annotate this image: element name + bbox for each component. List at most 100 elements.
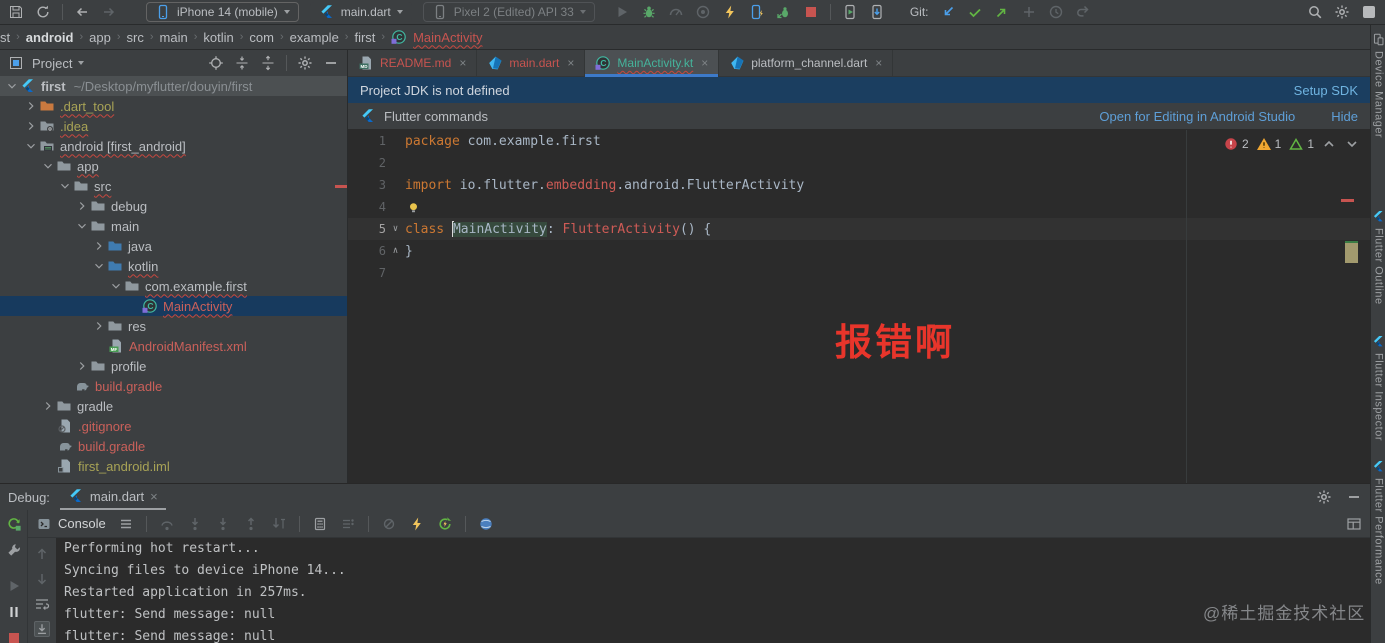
target-device-selector[interactable]: Pixel 2 (Edited) API 33	[422, 2, 595, 22]
breadcrumb-item-example[interactable]: example	[290, 30, 339, 45]
breadcrumb-item-android[interactable]: android	[26, 30, 74, 45]
breadcrumb-item-mainactivity[interactable]: MainActivity	[413, 30, 482, 45]
hot-reload-icon[interactable]	[409, 516, 425, 532]
breadcrumb-item-kotlin[interactable]: kotlin	[203, 30, 233, 45]
tree-item-android-first-android-[interactable]: android [first_android]	[0, 136, 347, 156]
console-tab[interactable]: Console	[36, 516, 106, 532]
error-stripe-mark[interactable]	[1341, 199, 1354, 202]
run-config-selector[interactable]: main.dart	[309, 2, 412, 22]
code-line-6[interactable]: 6 ∧}	[348, 240, 1370, 262]
profile-button[interactable]	[668, 4, 684, 20]
chevron-right-icon[interactable]	[74, 199, 90, 213]
git-revert-icon[interactable]	[1075, 4, 1091, 20]
fold-marker-icon[interactable]: ∧	[386, 246, 405, 256]
threads-menu-icon[interactable]	[118, 516, 134, 532]
editor-tab-mainactivity.kt[interactable]: C MainActivity.kt ×	[585, 50, 720, 77]
tree-item-kotlin[interactable]: kotlin	[0, 256, 347, 276]
open-in-android-studio-link[interactable]: Open for Editing in Android Studio	[1099, 109, 1295, 124]
chevron-down-icon[interactable]	[23, 139, 39, 153]
step-into-icon[interactable]	[187, 516, 203, 532]
editor-tab-readme.md[interactable]: MD README.md ×	[348, 50, 478, 76]
flutter-hot-reload-button[interactable]	[722, 4, 738, 20]
next-problem-icon[interactable]	[1344, 136, 1360, 152]
debug-wrench-icon[interactable]	[6, 542, 22, 558]
chevron-down-icon[interactable]	[4, 79, 20, 93]
attach-debugger-button[interactable]	[776, 4, 792, 20]
git-push-icon[interactable]	[994, 4, 1010, 20]
tree-item-main[interactable]: main	[0, 216, 347, 236]
stop-icon[interactable]	[6, 630, 22, 643]
soft-wrap-icon[interactable]	[34, 596, 50, 612]
chevron-right-icon[interactable]	[74, 359, 90, 373]
evaluate-expression-icon[interactable]	[312, 516, 328, 532]
tool-window-tab-flutter-inspector[interactable]: Flutter Inspector	[1371, 335, 1385, 441]
code-editor[interactable]: 1 package com.example.first 2 3 import io.fl…	[348, 130, 1370, 483]
project-view-selector[interactable]: Project	[32, 56, 85, 71]
code-line-2[interactable]: 2	[348, 152, 1370, 174]
flutter-hot-restart-button[interactable]	[749, 4, 765, 20]
console-output[interactable]: Performing hot restart... Syncing files t…	[56, 538, 1370, 643]
coverage-button[interactable]	[695, 4, 711, 20]
code-line-1[interactable]: 1 package com.example.first	[348, 130, 1370, 152]
restore-layout-icon[interactable]	[1346, 516, 1362, 532]
run-to-cursor-icon[interactable]	[271, 516, 287, 532]
debug-session-tab[interactable]: main.dart ×	[59, 484, 166, 510]
tree-item-build.gradle[interactable]: build.gradle	[0, 436, 347, 456]
sync-icon[interactable]	[35, 4, 51, 20]
chevron-down-icon[interactable]	[108, 279, 124, 293]
tree-item-java[interactable]: java	[0, 236, 347, 256]
git-update-icon[interactable]	[940, 4, 956, 20]
pause-icon[interactable]	[6, 604, 22, 620]
code-line-4[interactable]: 4	[348, 196, 1370, 218]
close-tab-icon[interactable]: ×	[567, 56, 574, 70]
locate-file-icon[interactable]	[208, 55, 224, 71]
run-button[interactable]	[614, 4, 630, 20]
tree-root-first[interactable]: first ~/Desktop/myflutter/douyin/first	[0, 76, 347, 96]
device-file-explorer-icon[interactable]	[869, 4, 885, 20]
hot-restart-icon[interactable]	[437, 516, 453, 532]
intention-bulb-icon[interactable]	[405, 199, 421, 215]
tree-item-debug[interactable]: debug	[0, 196, 347, 216]
collapse-all-icon[interactable]	[260, 55, 276, 71]
breadcrumb-item-com[interactable]: com	[249, 30, 274, 45]
debug-settings-icon[interactable]	[1316, 489, 1332, 505]
device-run-icon[interactable]	[842, 4, 858, 20]
tree-item-com.example.first[interactable]: com.example.first	[0, 276, 347, 296]
breadcrumb-item-src[interactable]: src	[127, 30, 144, 45]
inspections-widget[interactable]: 2 1 1	[1223, 136, 1360, 152]
watches-icon[interactable]	[340, 516, 356, 532]
scroll-to-end-icon[interactable]	[34, 621, 50, 637]
editor-tab-platform_channel.dart[interactable]: platform_channel.dart ×	[719, 50, 894, 76]
search-icon[interactable]	[1307, 4, 1323, 20]
chevron-down-icon[interactable]	[74, 219, 90, 233]
dart-devtools-icon[interactable]	[478, 516, 494, 532]
chevron-down-icon[interactable]	[40, 159, 56, 173]
tree-item-first-android.iml[interactable]: first_android.iml	[0, 456, 347, 476]
close-icon[interactable]: ×	[150, 489, 158, 504]
expand-all-icon[interactable]	[234, 55, 250, 71]
chevron-right-icon[interactable]	[91, 239, 107, 253]
close-tab-icon[interactable]: ×	[459, 56, 466, 70]
chevron-right-icon[interactable]	[40, 399, 56, 413]
git-history-icon[interactable]	[1048, 4, 1064, 20]
code-line-3[interactable]: 3 import io.flutter. embedding .android.Flu…	[348, 174, 1370, 196]
hide-debug-panel-icon[interactable]	[1346, 489, 1362, 505]
tree-item-build.gradle[interactable]: build.gradle	[0, 376, 347, 396]
next-occurrence-icon[interactable]	[34, 571, 50, 587]
close-tab-icon[interactable]: ×	[701, 56, 708, 70]
resume-icon[interactable]	[6, 578, 22, 594]
setup-sdk-link[interactable]: Setup SDK	[1294, 83, 1358, 98]
chevron-right-icon[interactable]	[23, 99, 39, 113]
tree-item-androidmanifest.xml[interactable]: MF AndroidManifest.xml	[0, 336, 347, 356]
prev-problem-icon[interactable]	[1321, 136, 1337, 152]
step-out-icon[interactable]	[243, 516, 259, 532]
breadcrumb-item-first[interactable]: first	[354, 30, 375, 45]
forward-icon[interactable]	[101, 4, 117, 20]
debug-button[interactable]	[641, 4, 657, 20]
force-step-into-icon[interactable]	[215, 516, 231, 532]
breadcrumb-item-app[interactable]: app	[89, 30, 111, 45]
chevron-down-icon[interactable]	[57, 179, 73, 193]
save-icon[interactable]	[8, 4, 24, 20]
tree-item-src[interactable]: src	[0, 176, 347, 196]
git-diff-icon[interactable]	[1021, 4, 1037, 20]
